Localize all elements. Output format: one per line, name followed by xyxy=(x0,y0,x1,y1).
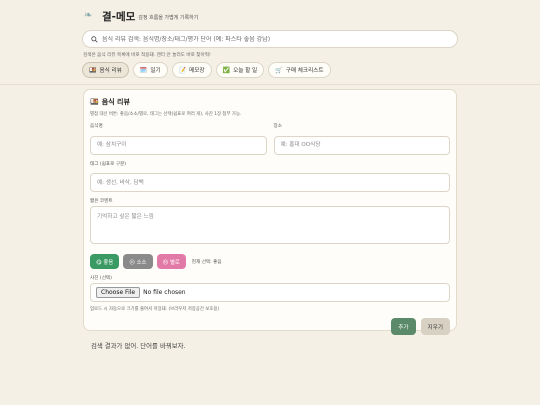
app-title: 결-메모 xyxy=(102,10,136,23)
card-description: 별점 대신 버튼: 좋음/소소/별로, 태그는 선택(쉼표로 여러 개), 사진… xyxy=(90,112,242,117)
comment-label: 짧은 코멘트 xyxy=(90,199,113,204)
place-field: 장소 xyxy=(273,123,450,155)
food-review-card: 🍱 음식 리뷰 별점 대신 버튼: 좋음/소소/별로, 태그는 선택(쉼표로 여… xyxy=(83,89,457,350)
place-label: 장소 xyxy=(273,124,282,129)
comment-field: 짧은 코멘트 xyxy=(90,198,450,248)
bento-icon: 🍱 xyxy=(89,66,97,74)
choose-file-button[interactable]: Choose File xyxy=(96,287,141,298)
tab-food-review[interactable]: 🍱 음식 리뷰 xyxy=(82,62,129,78)
divider xyxy=(0,84,540,85)
tab-label: 구매 체크리스트 xyxy=(285,68,324,74)
tab-label: 메모장 xyxy=(189,68,205,74)
mood-bad-button[interactable]: 😣 별로 xyxy=(156,254,186,269)
calendar-icon: 🗓️ xyxy=(139,66,148,74)
tags-field: 태그 (쉼표로 구분) xyxy=(90,161,450,192)
bento-icon: 🍱 xyxy=(90,98,99,106)
search-icon xyxy=(91,35,98,43)
tab-bar: 🍱 음식 리뷰 🗓️ 일기 📝 메모장 ✅ 오늘 할 일 🛒 구매 체크리스트 xyxy=(82,62,458,78)
clear-button[interactable]: 지우기 xyxy=(420,318,450,335)
place-input[interactable] xyxy=(273,135,450,155)
mood-selector: 😋 좋음 😐 소소 😣 별로 현재 선택: 좋음 xyxy=(90,254,450,269)
photo-row: 사진 (선택) Choose File No file chosen xyxy=(90,275,450,302)
cart-icon: 🛒 xyxy=(275,66,283,74)
form-actions: 추가 지우기 xyxy=(90,318,450,335)
add-button[interactable]: 추가 xyxy=(391,318,416,335)
tags-input[interactable] xyxy=(90,173,450,192)
tags-row: 태그 (쉼표로 구분) xyxy=(90,161,450,192)
search-hint: 검색은 음식 리뷰 목록에 바로 적용돼. 엔터 안 눌러도 바로 찾아줘! xyxy=(83,53,211,58)
tab-shopping[interactable]: 🛒 구매 체크리스트 xyxy=(268,62,331,78)
food-name-label: 음식명 xyxy=(90,124,103,129)
header: ❧ 결-메모 감정 흐름을 가볍게 기록하기 xyxy=(82,3,458,29)
photo-note: 업로드 시 자동으로 크기를 줄여서 저장돼. (브라우저 저장공간 보호용) xyxy=(90,307,220,312)
tags-label: 태그 (쉼표로 구분) xyxy=(90,161,127,167)
mood-good-button[interactable]: 😋 좋음 xyxy=(90,254,120,269)
search-input[interactable] xyxy=(102,35,442,43)
mood-soso-button[interactable]: 😐 소소 xyxy=(123,254,153,269)
app-subtitle: 감정 흐름을 가볍게 기록하기 xyxy=(138,15,199,21)
comment-textarea[interactable] xyxy=(90,206,450,244)
name-place-row: 음식명 장소 xyxy=(90,123,450,155)
food-name-input[interactable] xyxy=(90,135,267,155)
app-header-area: ❧ 결-메모 감정 흐름을 가볍게 기록하기 검색은 음식 리뷰 목록에 바로 … xyxy=(82,0,458,78)
card-title-text: 음식 리뷰 xyxy=(101,98,130,106)
tab-todo[interactable]: ✅ 오늘 할 일 xyxy=(215,62,265,78)
photo-label: 사진 (선택) xyxy=(90,276,112,281)
comment-row: 짧은 코멘트 xyxy=(90,198,450,248)
tab-label: 오늘 할 일 xyxy=(233,68,258,74)
memo-icon: 📝 xyxy=(178,66,187,74)
file-name: No file chosen xyxy=(143,289,186,296)
food-name-field: 음식명 xyxy=(90,123,267,155)
search-bar[interactable] xyxy=(82,30,458,48)
checkmark-icon: ✅ xyxy=(222,66,231,74)
photo-field: 사진 (선택) Choose File No file chosen xyxy=(90,275,450,302)
leaf-icon: ❧ xyxy=(84,10,93,21)
file-input[interactable]: Choose File No file chosen xyxy=(90,283,450,302)
empty-message: 검색 결과가 없어. 단어를 바꿔보자. xyxy=(91,342,186,350)
tab-diary[interactable]: 🗓️ 일기 xyxy=(132,62,168,78)
tab-label: 일기 xyxy=(150,68,161,74)
card-title: 🍱 음식 리뷰 xyxy=(90,97,450,107)
tab-memo[interactable]: 📝 메모장 xyxy=(171,62,212,78)
mood-status: 현재 선택: 좋음 xyxy=(191,259,222,265)
tab-label: 음식 리뷰 xyxy=(99,68,122,74)
